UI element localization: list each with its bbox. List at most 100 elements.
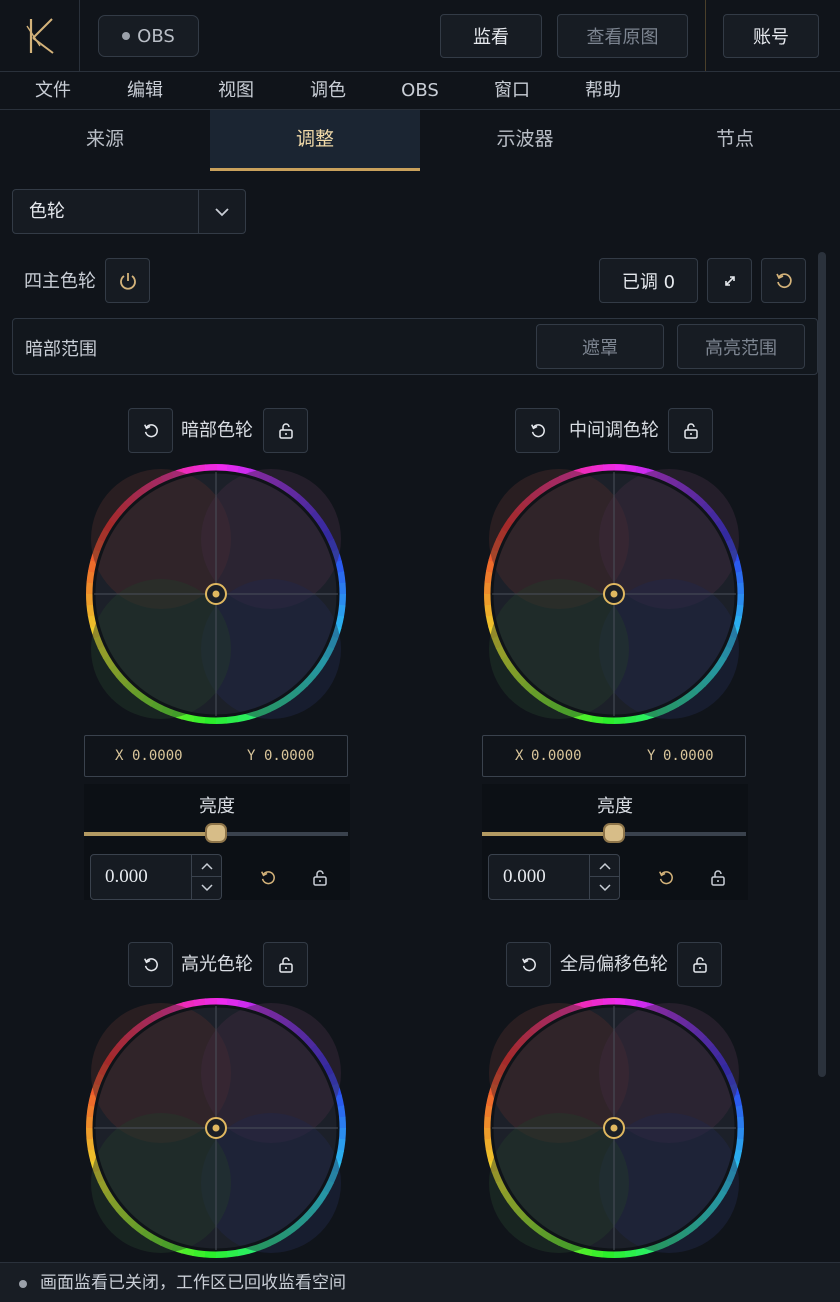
luminance-slider[interactable] <box>84 823 348 843</box>
offset-color-wheel[interactable] <box>482 996 746 1260</box>
unlock-icon <box>278 422 293 439</box>
luminance-label: 亮度 <box>199 796 235 817</box>
highlight-wheel-lock-button[interactable] <box>263 942 308 987</box>
scrollbar[interactable] <box>818 252 826 1077</box>
midtone-wheel-title: 中间调色轮 <box>569 420 659 441</box>
shadow-wheel-reset-button[interactable] <box>128 408 173 453</box>
highlight-range-button[interactable]: 高亮范围 <box>677 324 805 369</box>
y-label: Y <box>647 748 656 764</box>
menu-item-view[interactable]: 视图 <box>206 72 266 110</box>
chevron-down-icon[interactable] <box>198 190 245 233</box>
status-bar: 画面监看已关闭，工作区已回收监看空间 <box>0 1262 840 1302</box>
top-bar: OBS 监看 查看原图 账号 <box>0 0 840 72</box>
status-dot <box>19 1280 27 1288</box>
midtone-luminance-panel: 亮度 0.000 <box>482 784 748 900</box>
menu-item-file[interactable]: 文件 <box>23 72 83 110</box>
obs-label: OBS <box>137 25 175 47</box>
reset-icon <box>521 957 536 971</box>
offset-wheel-panel: 全局偏移色轮 <box>482 942 782 1262</box>
reset-icon <box>530 423 545 437</box>
color-wheel-graphic <box>86 998 346 1258</box>
luminance-value: 0.000 <box>503 866 546 887</box>
x-label: X <box>515 748 524 764</box>
tab-source[interactable]: 来源 <box>0 110 210 171</box>
x-value: 0.0000 <box>132 748 183 764</box>
view-original-button[interactable]: 查看原图 <box>557 14 688 58</box>
account-button[interactable]: 账号 <box>723 14 819 58</box>
unlock-icon <box>278 956 293 973</box>
shadow-range-row: 暗部范围 遮罩 高亮范围 <box>12 318 818 375</box>
four-wheels-label: 四主色轮 <box>24 271 96 292</box>
midtone-wheel-reset-button[interactable] <box>515 408 560 453</box>
tab-adjust[interactable]: 调整 <box>210 110 420 171</box>
color-wheel-graphic <box>86 464 346 724</box>
menu-item-grade[interactable]: 调色 <box>298 72 358 110</box>
midtone-wheel-panel: 中间调色轮 X 0.0000 Y 0.0000 亮度 0.000 <box>482 408 782 908</box>
slider-handle[interactable] <box>205 823 227 843</box>
shadow-wheel-lock-button[interactable] <box>263 408 308 453</box>
midtone-color-wheel[interactable] <box>482 462 746 726</box>
x-label: X <box>115 748 124 764</box>
highlight-color-wheel[interactable] <box>84 996 348 1260</box>
logo <box>0 0 80 71</box>
shadow-luminance-panel: 亮度 0.000 <box>84 784 350 900</box>
menu-bar: 文件 编辑 视图 调色 OBS 窗口 帮助 <box>0 72 840 110</box>
menu-item-obs[interactable]: OBS <box>390 72 450 110</box>
chevron-up-icon <box>200 862 213 870</box>
shadow-wheel-panel: 暗部色轮 X 0.0000 Y 0.0000 亮度 0.000 <box>84 408 384 908</box>
tab-scopes[interactable]: 示波器 <box>420 110 630 171</box>
reset-icon <box>659 871 673 885</box>
luminance-reset-button[interactable] <box>654 866 678 890</box>
power-icon <box>119 272 136 290</box>
decrement-button[interactable] <box>191 877 221 899</box>
tool-select[interactable]: 色轮 <box>12 189 246 234</box>
chevron-down-icon <box>200 884 213 892</box>
status-text: 画面监看已关闭，工作区已回收监看空间 <box>40 1273 346 1293</box>
tab-bar: 来源 调整 示波器 节点 <box>0 110 840 171</box>
luminance-slider[interactable] <box>482 823 746 843</box>
reset-icon <box>143 423 158 437</box>
obs-button[interactable]: OBS <box>98 15 199 57</box>
decrement-button[interactable] <box>589 877 619 899</box>
luminance-label: 亮度 <box>597 796 633 817</box>
mask-button[interactable]: 遮罩 <box>536 324 664 369</box>
offset-wheel-reset-button[interactable] <box>506 942 551 987</box>
shadow-color-wheel[interactable] <box>84 462 348 726</box>
reset-icon <box>143 957 158 971</box>
luminance-reset-button[interactable] <box>256 866 280 890</box>
power-button[interactable] <box>105 258 150 303</box>
slider-handle[interactable] <box>603 823 625 843</box>
midtone-wheel-lock-button[interactable] <box>668 408 713 453</box>
luminance-lock-button[interactable] <box>706 866 730 890</box>
color-wheel-graphic <box>484 998 744 1258</box>
unlock-icon <box>692 956 707 973</box>
menu-item-window[interactable]: 窗口 <box>482 72 542 110</box>
menu-item-help[interactable]: 帮助 <box>573 72 633 110</box>
luminance-lock-button[interactable] <box>308 866 332 890</box>
y-value: 0.0000 <box>663 748 714 764</box>
divider <box>705 0 706 71</box>
logo-k-icon <box>25 17 54 54</box>
chevron-down-icon <box>598 884 611 892</box>
increment-button[interactable] <box>191 855 221 877</box>
luminance-input[interactable]: 0.000 <box>488 854 620 900</box>
highlight-wheel-reset-button[interactable] <box>128 942 173 987</box>
tab-nodes[interactable]: 节点 <box>630 110 840 171</box>
menu-item-edit[interactable]: 编辑 <box>115 72 175 110</box>
expand-button[interactable] <box>707 258 752 303</box>
slider-fill <box>482 832 614 836</box>
monitor-button[interactable]: 监看 <box>440 14 542 58</box>
reset-icon <box>261 871 275 885</box>
unlock-icon <box>711 870 725 886</box>
expand-icon <box>724 275 735 286</box>
increment-button[interactable] <box>589 855 619 877</box>
reset-all-button[interactable] <box>761 258 806 303</box>
luminance-value: 0.000 <box>105 866 148 887</box>
luminance-input[interactable]: 0.000 <box>90 854 222 900</box>
adjusted-count-button[interactable]: 已调 0 <box>599 258 698 303</box>
reset-icon <box>775 272 792 288</box>
unlock-icon <box>683 422 698 439</box>
y-label: Y <box>247 748 256 764</box>
offset-wheel-lock-button[interactable] <box>677 942 722 987</box>
midtone-xy-readout: X 0.0000 Y 0.0000 <box>482 735 746 777</box>
